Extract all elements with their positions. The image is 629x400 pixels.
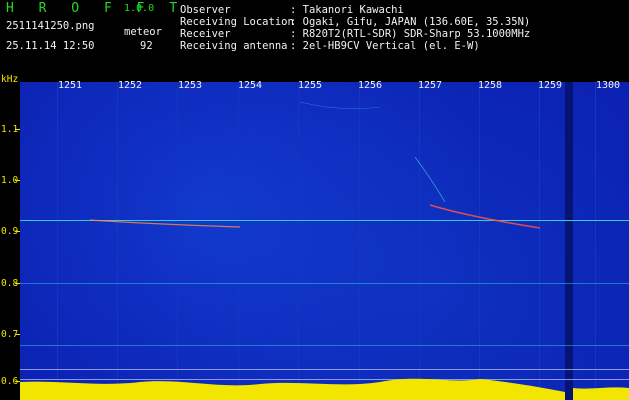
x-tick-label: 1300 — [596, 80, 621, 91]
x-tick-label: 1251 — [58, 80, 83, 91]
x-tick-label: 1253 — [178, 80, 203, 91]
x-tick-label: 1257 — [418, 80, 443, 91]
observer-value: : Takanori Kawachi — [290, 4, 404, 16]
receiver-label: Receiver — [180, 28, 231, 40]
frequency-axis: kHz 1.1 1.0 0.9 0.8 0.7 0.6 — [0, 74, 20, 400]
antenna-value: : 2el-HB9CV Vertical (el. E-W) — [290, 40, 480, 52]
meteor-echo-trace — [89, 219, 241, 228]
capture-datetime: 25.11.14 12:50 — [6, 40, 95, 52]
app-version: 1.0.0 — [124, 3, 155, 14]
x-tick-label: 1256 — [358, 80, 383, 91]
faint-trace — [299, 101, 381, 109]
x-tick-label: 1259 — [538, 80, 563, 91]
signal-level-bar — [573, 387, 629, 400]
counter-label: meteor — [124, 26, 162, 38]
x-tick-label: 1252 — [118, 80, 143, 91]
spectrogram — [20, 82, 629, 400]
meteor-traces — [20, 101, 629, 400]
x-tick-label: 1254 — [238, 80, 263, 91]
image-filename: 2511141250.png — [6, 20, 95, 32]
header-panel: H R O F F T 1.0.0 2511141250.png meteor … — [0, 0, 629, 74]
observer-label: Observer — [180, 4, 231, 16]
counter-value: 92 — [140, 40, 153, 52]
signal-level-bar — [20, 378, 565, 400]
x-tick-label: 1255 — [298, 80, 323, 91]
location-label: Receiving Location — [180, 16, 294, 28]
app-name: H R O F F T — [6, 1, 186, 16]
antenna-label: Receiving antenna — [180, 40, 288, 52]
faint-trace — [414, 156, 446, 203]
meteor-echo-trace — [429, 204, 541, 229]
y-unit-label: kHz — [1, 74, 19, 85]
x-tick-label: 1258 — [478, 80, 503, 91]
location-value: : Ogaki, Gifu, JAPAN (136.60E, 35.35N) — [290, 16, 531, 28]
receiver-value: : R820T2(RTL-SDR) SDR-Sharp 53.1000MHz — [290, 28, 531, 40]
